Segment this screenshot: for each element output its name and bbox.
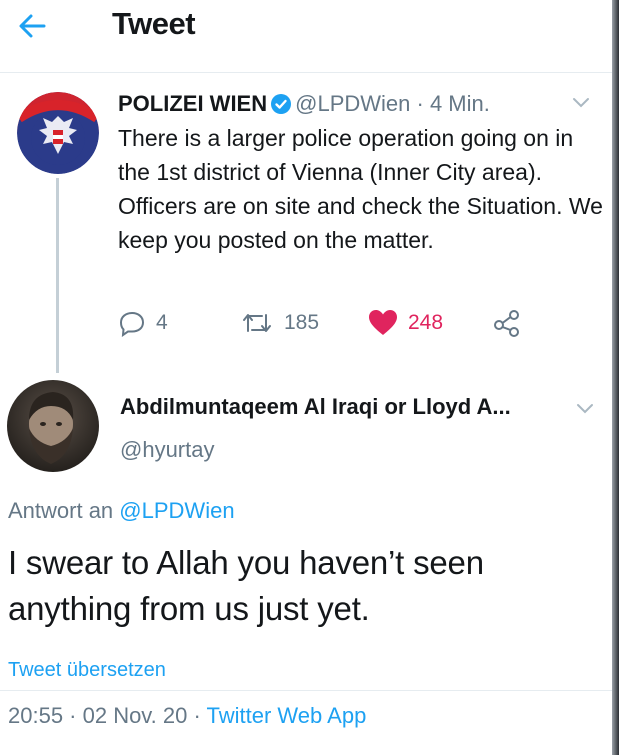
retweet-icon (243, 314, 271, 332)
translate-tweet-link[interactable]: Tweet übersetzen (8, 659, 166, 682)
tweet-timestamp: 20:55 · 02 Nov. 20 · (8, 703, 207, 728)
like-count: 248 (408, 311, 444, 334)
reply-author-avatar[interactable] (7, 380, 99, 472)
share-icon (494, 310, 519, 337)
top-bar: Tweet (0, 0, 612, 73)
reply-more-button[interactable] (573, 398, 597, 418)
window-edge (612, 0, 619, 755)
chevron-down-icon (577, 404, 593, 414)
back-button[interactable] (14, 10, 58, 42)
reply-button[interactable]: 4 (118, 309, 168, 337)
parent-tweet-text: There is a larger police operation going… (118, 125, 603, 253)
heart-icon (369, 310, 397, 335)
reply-icon (119, 311, 145, 337)
page-title: Tweet (112, 6, 196, 41)
tweet-client-link[interactable]: Twitter Web App (207, 703, 367, 728)
reply-author-name[interactable]: Abdilmuntaqeem Al Iraqi or Lloyd A... (120, 394, 511, 420)
reply-context: Antwort an @LPDWien (8, 498, 235, 524)
back-arrow-icon (19, 14, 46, 38)
reply-to-handle-link[interactable]: @LPDWien (119, 498, 234, 523)
parent-handle[interactable]: @LPDWien (295, 91, 410, 116)
tweet-actions: 4 185 248 (118, 309, 598, 343)
share-button[interactable] (492, 309, 522, 337)
divider (0, 690, 612, 691)
parent-more-button[interactable] (569, 92, 593, 112)
like-button[interactable]: 248 (368, 309, 443, 337)
reply-count: 4 (156, 311, 168, 334)
tweet-metadata: 20:55 · 02 Nov. 20 · Twitter Web App (8, 703, 366, 729)
chevron-down-icon (573, 98, 589, 108)
verified-badge-icon (271, 94, 292, 120)
reply-to-prefix: Antwort an (8, 498, 114, 523)
parent-time: · 4 Min. (416, 91, 490, 116)
retweet-count: 185 (284, 311, 320, 334)
police-avatar[interactable] (17, 92, 99, 174)
reply-tweet-text: I swear to Allah you haven’t seen anythi… (8, 544, 484, 627)
reply-author-handle[interactable]: @hyurtay (120, 437, 214, 463)
police-logo-icon (17, 92, 99, 174)
parent-author-name[interactable]: POLIZEI WIEN (118, 91, 267, 116)
user-photo (7, 380, 99, 472)
retweet-button[interactable]: 185 (240, 309, 319, 337)
thread-connector (56, 178, 59, 373)
parent-tweet-header: POLIZEI WIEN @LPDWien · 4 Min. (118, 91, 490, 120)
